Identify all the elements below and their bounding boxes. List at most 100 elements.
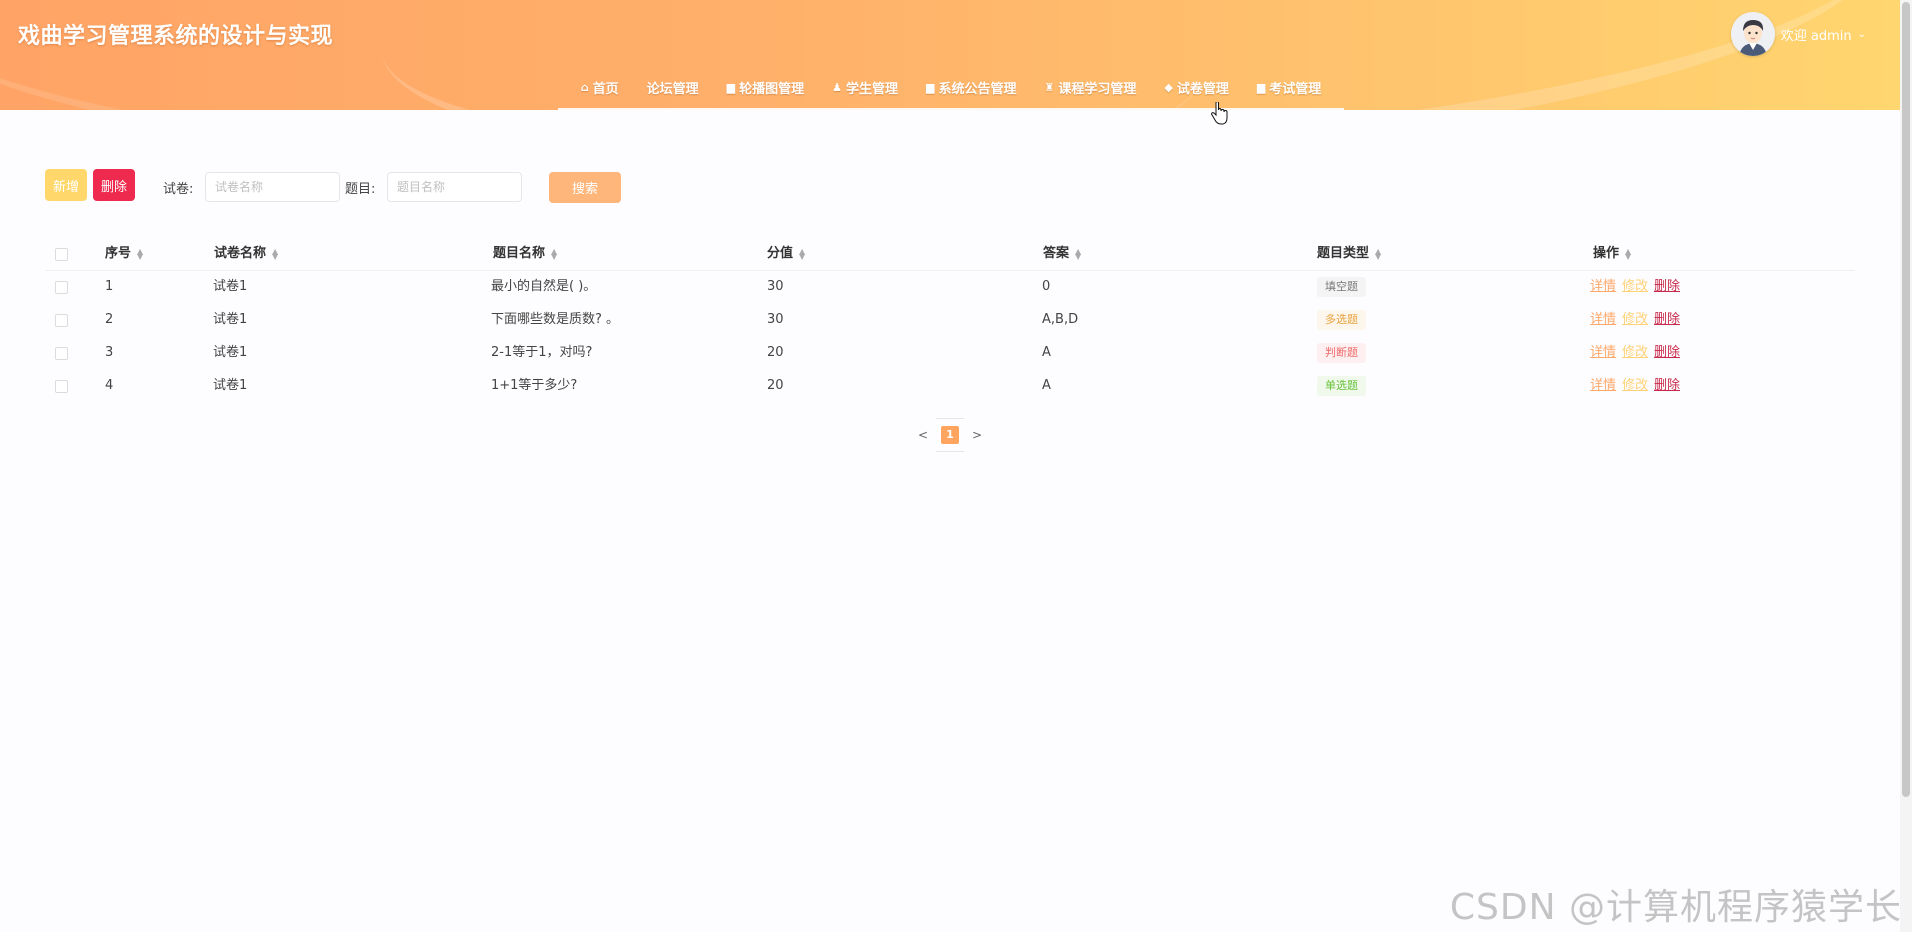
cell-answer: A (1042, 378, 1051, 393)
table-header-row: 序号 ▲ ▼ 试卷名称 ▲ ▼ 题目名称 ▲ ▼ 分值 ▲ ▼ 答案 ▲ ▼ 题目类型 ▲ ▼ 操作 ▲ ▼ (45, 237, 1855, 271)
sort-icon[interactable]: ▲ ▼ (1625, 247, 1631, 260)
search-button[interactable]: 搜索 (549, 172, 621, 203)
column-header-paper[interactable]: 试卷名称 ▲ ▼ (214, 237, 278, 270)
sort-icon[interactable]: ▲ ▼ (137, 247, 143, 260)
pagination: < 1 > (910, 418, 990, 452)
table-row: 3 试卷1 2-1等于1，对吗? 20 A 判断题 详情 修改 删除 (45, 336, 1855, 369)
cell-score: 20 (767, 345, 784, 360)
cell-type: 多选题 (1317, 303, 1366, 336)
course-icon: ♜ (1044, 81, 1055, 94)
chevron-down-icon[interactable]: ⌄ (1858, 29, 1866, 40)
sort-icon[interactable]: ▲ ▼ (799, 247, 805, 260)
detail-link[interactable]: 详情 (1590, 303, 1616, 336)
column-header-question[interactable]: 题目名称 ▲ ▼ (493, 237, 557, 270)
delete-link[interactable]: 删除 (1654, 303, 1680, 336)
user-icon: ♟ (832, 81, 842, 94)
cell-no: 2 (105, 312, 114, 327)
sort-icon[interactable]: ▲ ▼ (551, 247, 557, 260)
edit-link[interactable]: 修改 (1622, 369, 1648, 402)
scrollbar-thumb[interactable] (1902, 2, 1910, 797)
nav-item-label: 学生管理 (845, 82, 898, 97)
header-bar: 戏曲学习管理系统的设计与实现 欢迎 admin ⌄ ⌂ 首页 论坛管理 ▆ 轮播… (0, 0, 1900, 110)
page-number-current[interactable]: 1 (941, 426, 959, 444)
site-title: 戏曲学习管理系统的设计与实现 (18, 24, 334, 49)
table-row: 2 试卷1 下面哪些数是质数? 。 30 A,B,D 多选题 详情 修改 删除 (45, 303, 1855, 336)
nav-item-carousel[interactable]: ▆ 轮播图管理 (713, 72, 818, 97)
question-type-tag: 多选题 (1317, 310, 1366, 330)
select-all-checkbox[interactable] (55, 248, 68, 261)
table-row: 1 试卷1 最小的自然是( )。 30 0 填空题 详情 修改 删除 (45, 270, 1855, 303)
paper-icon: ◆ (1164, 81, 1173, 94)
question-filter-label: 题目: (345, 182, 376, 197)
batch-delete-button[interactable]: 删除 (93, 169, 135, 201)
nav-item-label: 考试管理 (1269, 82, 1322, 97)
cell-paper: 试卷1 (213, 378, 248, 393)
column-header-no[interactable]: 序号 ▲ ▼ (105, 237, 143, 270)
detail-link[interactable]: 详情 (1590, 336, 1616, 369)
cell-score: 30 (767, 312, 784, 327)
cell-no: 1 (105, 279, 114, 294)
home-icon: ⌂ (580, 81, 589, 94)
column-header-answer[interactable]: 答案 ▲ ▼ (1043, 237, 1081, 270)
cell-actions: 详情 修改 删除 (1590, 369, 1680, 402)
nav-item-label: 课程学习管理 (1058, 82, 1137, 97)
cell-paper: 试卷1 (213, 279, 248, 294)
avatar[interactable] (1730, 12, 1775, 56)
table-row: 4 试卷1 1+1等于多少? 20 A 单选题 详情 修改 删除 (45, 369, 1855, 402)
detail-link[interactable]: 详情 (1590, 270, 1616, 303)
cell-type: 单选题 (1317, 369, 1366, 402)
question-name-input[interactable] (387, 172, 522, 202)
cell-score: 20 (767, 378, 784, 393)
image-icon: ▆ (726, 81, 736, 94)
cell-answer: 0 (1042, 279, 1051, 294)
watermark-text: CSDN @计算机程序猿学长 (1449, 887, 1902, 928)
hand-cursor-icon (1210, 102, 1228, 125)
cell-score: 30 (767, 279, 784, 294)
row-checkbox[interactable] (55, 281, 68, 294)
delete-link[interactable]: 删除 (1654, 270, 1680, 303)
nav-item-label: 首页 (592, 82, 619, 97)
column-header-score[interactable]: 分值 ▲ ▼ (767, 237, 805, 270)
cell-question: 最小的自然是( )。 (491, 279, 597, 294)
column-header-actions[interactable]: 操作 ▲ ▼ (1593, 237, 1631, 270)
nav-item-label: 轮播图管理 (739, 82, 805, 97)
paper-filter-label: 试卷: (163, 182, 194, 197)
cell-type: 判断题 (1317, 336, 1366, 369)
user-menu[interactable]: 欢迎 admin ⌄ (1730, 12, 1866, 56)
next-page-button[interactable]: > (964, 428, 990, 442)
sort-icon[interactable]: ▲ ▼ (272, 247, 278, 260)
nav-item-forum[interactable]: 论坛管理 (633, 72, 713, 97)
page-list: 1 (936, 418, 964, 452)
nav-item-courses[interactable]: ♜ 课程学习管理 (1030, 72, 1150, 97)
cell-paper: 试卷1 (213, 312, 248, 327)
cell-no: 3 (105, 345, 114, 360)
column-header-type[interactable]: 题目类型 ▲ ▼ (1317, 237, 1381, 270)
nav-item-students[interactable]: ♟ 学生管理 (818, 72, 912, 97)
row-checkbox[interactable] (55, 314, 68, 327)
cell-paper: 试卷1 (213, 345, 248, 360)
sort-icon[interactable]: ▲ ▼ (1075, 247, 1081, 260)
row-checkbox[interactable] (55, 380, 68, 393)
prev-page-button[interactable]: < (910, 428, 936, 442)
row-checkbox[interactable] (55, 347, 68, 360)
cell-question: 1+1等于多少? (491, 378, 578, 393)
cell-actions: 详情 修改 删除 (1590, 303, 1680, 336)
edit-link[interactable]: 修改 (1622, 303, 1648, 336)
delete-link[interactable]: 删除 (1654, 336, 1680, 369)
page-scrollbar[interactable] (1900, 0, 1912, 932)
nav-item-notices[interactable]: ▆ 系统公告管理 (912, 72, 1030, 97)
add-button[interactable]: 新增 (45, 169, 87, 201)
nav-item-home[interactable]: ⌂ 首页 (567, 72, 633, 97)
delete-link[interactable]: 删除 (1654, 369, 1680, 402)
nav-item-exams[interactable]: ▆ 考试管理 (1243, 72, 1335, 97)
cell-actions: 详情 修改 删除 (1590, 336, 1680, 369)
edit-link[interactable]: 修改 (1622, 336, 1648, 369)
cell-answer: A,B,D (1042, 312, 1079, 327)
detail-link[interactable]: 详情 (1590, 369, 1616, 402)
sort-icon[interactable]: ▲ ▼ (1375, 247, 1381, 260)
paper-name-input[interactable] (205, 172, 340, 202)
nav-item-papers[interactable]: ◆ 试卷管理 (1150, 72, 1242, 97)
edit-link[interactable]: 修改 (1622, 270, 1648, 303)
question-type-tag: 填空题 (1317, 277, 1366, 297)
cell-answer: A (1042, 345, 1051, 360)
